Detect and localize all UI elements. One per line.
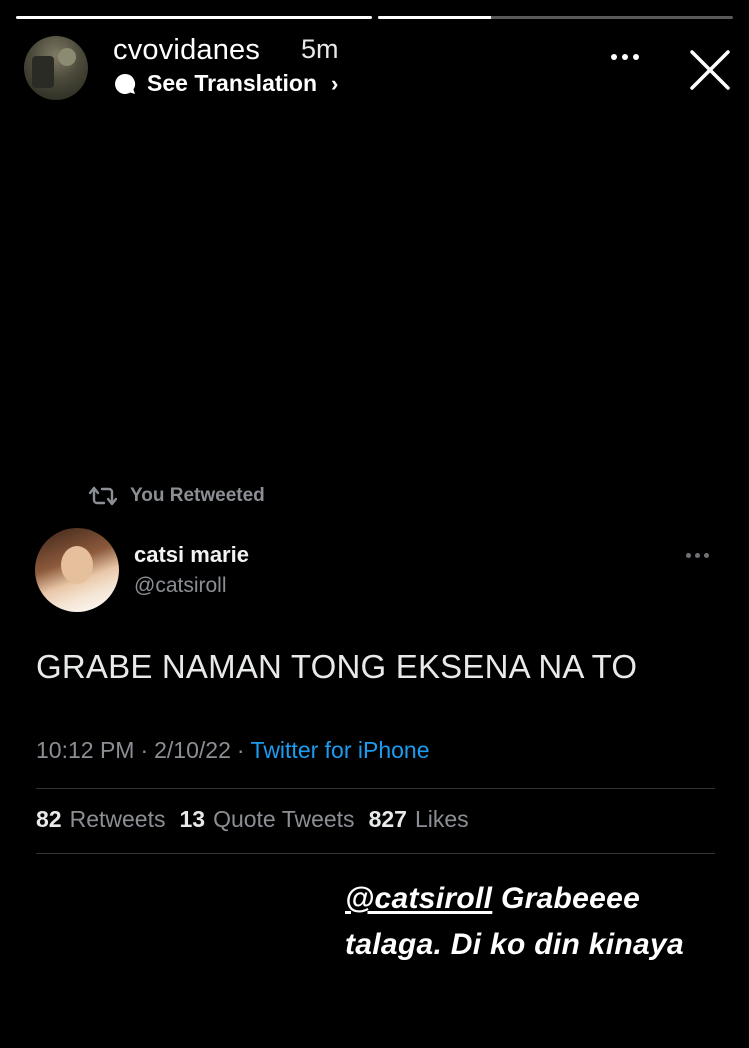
close-icon[interactable] [688,48,732,92]
retweets-stat[interactable]: 82 Retweets [36,806,165,833]
story-username[interactable]: cvovidanes [113,34,260,67]
likes-label: Likes [414,806,469,832]
retweets-count: 82 [36,806,62,832]
quotes-count: 13 [179,806,206,832]
see-translation-button[interactable]: See Translation › [113,70,338,97]
story-progress [16,16,733,19]
divider [36,853,715,854]
tweet-stats: 82 Retweets 13 Quote Tweets 827 Likes [36,806,469,833]
caption-line2: talaga. Di ko din kinaya [345,928,684,961]
tweet-date: 2/10/22 [154,737,231,763]
likes-count: 827 [368,806,407,832]
progress-fill [377,16,492,19]
tweet-text: GRABE NAMAN TONG EKSENA NA TO [36,648,638,685]
retweets-label: Retweets [69,806,166,832]
tweet-metadata: 10:12 PM · 2/10/22 · Twitter for iPhone [36,737,430,764]
story-progress-segment-1 [16,16,372,19]
story-author-avatar[interactable] [24,36,88,100]
tweet-author-name[interactable]: catsi marie [134,542,249,568]
progress-fill [16,16,372,19]
retweet-context: You Retweeted [88,484,265,508]
chat-bubble-icon [115,73,136,94]
tweet-author-avatar[interactable] [35,528,119,612]
tweet-more-icon[interactable] [686,553,709,558]
see-translation-label: See Translation [147,70,318,96]
chevron-right-icon: › [331,70,339,96]
meta-separator: · [236,737,245,763]
story-time: 5m [301,34,339,64]
story-caption: @catsiroll Grabeeee talaga. Di ko din ki… [345,876,684,968]
quotes-stat[interactable]: 13 Quote Tweets [179,806,354,833]
caption-mention[interactable]: @catsiroll [345,882,492,915]
likes-stat[interactable]: 827 Likes [369,806,469,833]
divider [36,788,715,789]
retweet-context-label: You Retweeted [130,485,265,506]
quotes-label: Quote Tweets [213,806,355,832]
story-progress-segment-2 [377,16,733,19]
tweet-source-link[interactable]: Twitter for iPhone [251,737,430,764]
tweet-author-handle[interactable]: @catsiroll [134,574,227,598]
caption-line1: Grabeeee [492,882,641,915]
retweet-icon [88,486,118,506]
more-options-icon[interactable] [611,54,639,60]
meta-separator: · [140,737,149,763]
tweet-time: 10:12 PM [36,737,135,763]
